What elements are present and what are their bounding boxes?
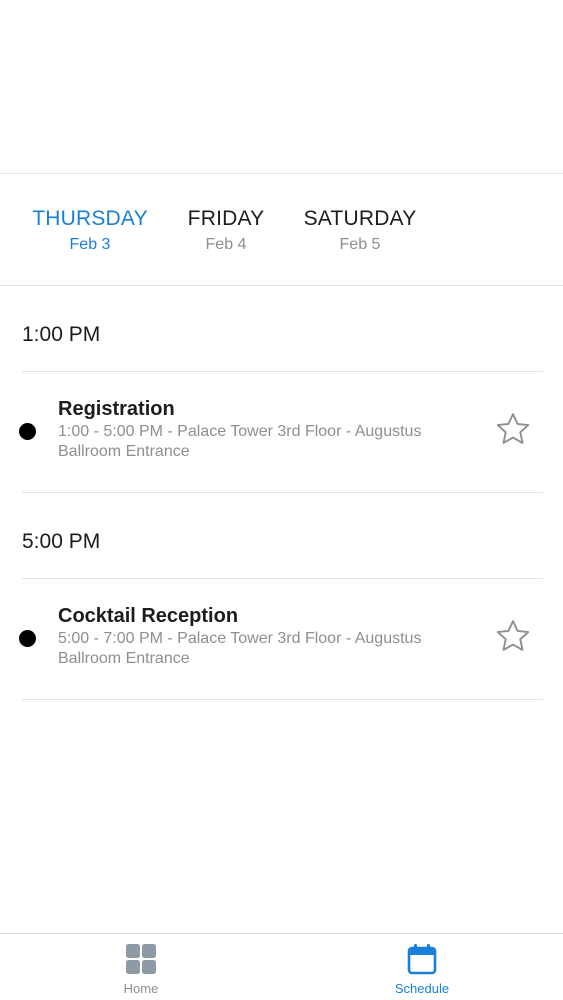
tab-label: Home xyxy=(123,981,159,996)
tab-schedule[interactable]: Schedule xyxy=(362,943,482,996)
top-blank-area xyxy=(0,0,563,174)
day-name: FRIDAY xyxy=(187,207,265,230)
tab-label: Schedule xyxy=(394,981,450,996)
session-title: Registration xyxy=(58,398,175,420)
tab-saturday[interactable]: SATURDAY Feb 5 xyxy=(300,206,420,256)
star-outline-icon[interactable] xyxy=(494,617,532,655)
session-bullet-icon xyxy=(19,423,36,440)
bottom-tab-bar: Home Schedule xyxy=(0,933,563,1000)
day-date: Feb 5 xyxy=(339,236,381,253)
session-cocktail-reception[interactable]: Cocktail Reception 5:00 - 7:00 PM - Pala… xyxy=(0,579,563,699)
session-detail: 1:00 - 5:00 PM - Palace Tower 3rd Floor … xyxy=(58,423,422,460)
divider xyxy=(22,699,543,700)
day-name: SATURDAY xyxy=(303,207,417,230)
time-header: 1:00 PM xyxy=(22,323,101,346)
grid-icon xyxy=(126,944,156,974)
tab-thursday[interactable]: THURSDAY Feb 3 xyxy=(32,206,148,256)
time-header: 5:00 PM xyxy=(22,530,101,553)
tab-home[interactable]: Home xyxy=(81,943,201,996)
star-outline-icon[interactable] xyxy=(494,410,532,448)
session-bullet-icon xyxy=(19,630,36,647)
session-detail: 5:00 - 7:00 PM - Palace Tower 3rd Floor … xyxy=(58,630,422,667)
calendar-icon xyxy=(407,944,437,975)
tab-friday[interactable]: FRIDAY Feb 4 xyxy=(184,206,268,256)
day-selector: THURSDAY Feb 3 FRIDAY Feb 4 SATURDAY Feb… xyxy=(0,174,563,286)
divider xyxy=(22,492,543,493)
session-registration[interactable]: Registration 1:00 - 5:00 PM - Palace Tow… xyxy=(0,372,563,492)
day-name: THURSDAY xyxy=(32,207,148,230)
day-date: Feb 3 xyxy=(69,236,111,253)
day-date: Feb 4 xyxy=(205,236,247,253)
session-title: Cocktail Reception xyxy=(58,605,239,627)
